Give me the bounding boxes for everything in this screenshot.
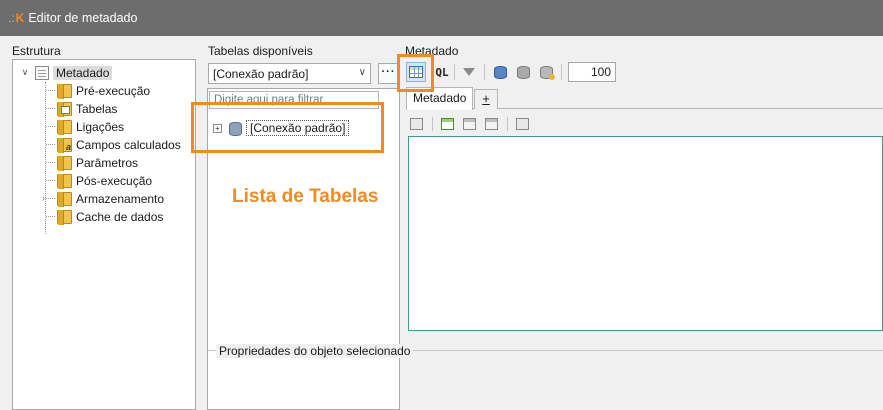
filter-button[interactable] (459, 62, 479, 82)
connection-more-button[interactable]: ··· (378, 63, 399, 84)
tree-item-label: Pós-execução (76, 173, 153, 188)
connection-select[interactable]: [Conexão padrão] ∨ (208, 63, 371, 84)
editor-toolbar (410, 115, 538, 133)
tree-item-label: Cache de dados (76, 209, 164, 224)
tree-item-label: Pré-execução (76, 83, 151, 98)
tables-label: Tabelas disponíveis (208, 44, 313, 58)
table-edit-icon[interactable] (463, 118, 476, 130)
chevron-down-icon[interactable]: ∨ (19, 67, 31, 78)
database-lightning-icon (539, 65, 555, 80)
tree-item-parametros[interactable]: Parâmetros (46, 154, 138, 171)
highlight-table-button (397, 54, 434, 92)
tree-item-label: Ligações (76, 119, 125, 134)
folder-icon (57, 83, 72, 99)
database-refresh-icon (493, 65, 507, 79)
properties-title: Propriedades do objeto selecionado (216, 344, 414, 358)
folder-icon (57, 119, 72, 135)
tree-item-cache-de-dados[interactable]: Cache de dados (46, 208, 163, 225)
tree-root-label: Metadado (53, 65, 113, 80)
funnel-icon (463, 68, 475, 76)
tree-item-label: Tabelas (76, 101, 118, 116)
tree-item-tabelas[interactable]: Tabelas (46, 100, 117, 117)
folder-icon (57, 209, 72, 225)
tree-root-metadado[interactable]: ∨ Metadado (19, 64, 113, 81)
db-cache-button[interactable] (536, 62, 556, 82)
folder-icon (57, 173, 72, 189)
db-disabled-button[interactable] (513, 62, 533, 82)
db-refresh-button[interactable] (490, 62, 510, 82)
add-tab-button[interactable]: + (474, 89, 498, 109)
folder-calc-icon (57, 137, 72, 153)
tree-item-ligacoes[interactable]: Ligações (46, 118, 124, 135)
tree-item-pos-execucao[interactable]: Pós-execução (46, 172, 152, 189)
tree-item-label: Parâmetros (76, 155, 139, 170)
table-delete-icon[interactable] (485, 118, 498, 130)
chevron-right-icon[interactable]: › (42, 193, 45, 203)
tree-item-campos-calculados[interactable]: Campos calculados (46, 136, 181, 153)
window-title: Editor de metadado (28, 11, 138, 25)
metadata-editor[interactable] (408, 136, 883, 331)
chevron-down-icon: ∨ (358, 67, 366, 78)
properties-group (208, 350, 883, 410)
metadata-icon (35, 65, 49, 80)
tree-item-armazenamento[interactable]: Armazenamento (46, 190, 164, 207)
toolbar-separator (454, 64, 455, 80)
structure-label: Estrutura (12, 44, 61, 58)
folder-icon (57, 155, 72, 171)
toolbar-separator (484, 64, 485, 80)
database-icon[interactable] (410, 118, 423, 130)
tree-item-label: Campos calculados (76, 137, 181, 152)
app-logo-icon: .:K (8, 11, 25, 25)
database-icon (516, 65, 530, 79)
add-table-icon[interactable] (441, 118, 454, 130)
row-limit-input[interactable]: 100 (568, 62, 616, 82)
sql-label: QL (435, 65, 449, 79)
toolbar-separator (561, 64, 562, 80)
structure-tree[interactable]: ∨ Metadado Pré-execução Tabelas Ligações… (12, 59, 196, 410)
folder-table-icon (57, 101, 72, 117)
sql-button[interactable]: QL (432, 62, 452, 82)
tree-item-label: Armazenamento (76, 191, 165, 206)
window-titlebar: .:K Editor de metadado (0, 0, 883, 36)
connection-select-value: [Conexão padrão] (213, 66, 309, 81)
highlight-tables-list (191, 102, 384, 153)
table-tools-icon[interactable] (516, 118, 529, 130)
metadata-tabs: Metadado + (406, 87, 883, 110)
annotation-label: Lista de Tabelas (232, 186, 379, 207)
tree-item-pre-execucao[interactable]: Pré-execução (46, 82, 150, 99)
folder-icon (57, 191, 72, 207)
